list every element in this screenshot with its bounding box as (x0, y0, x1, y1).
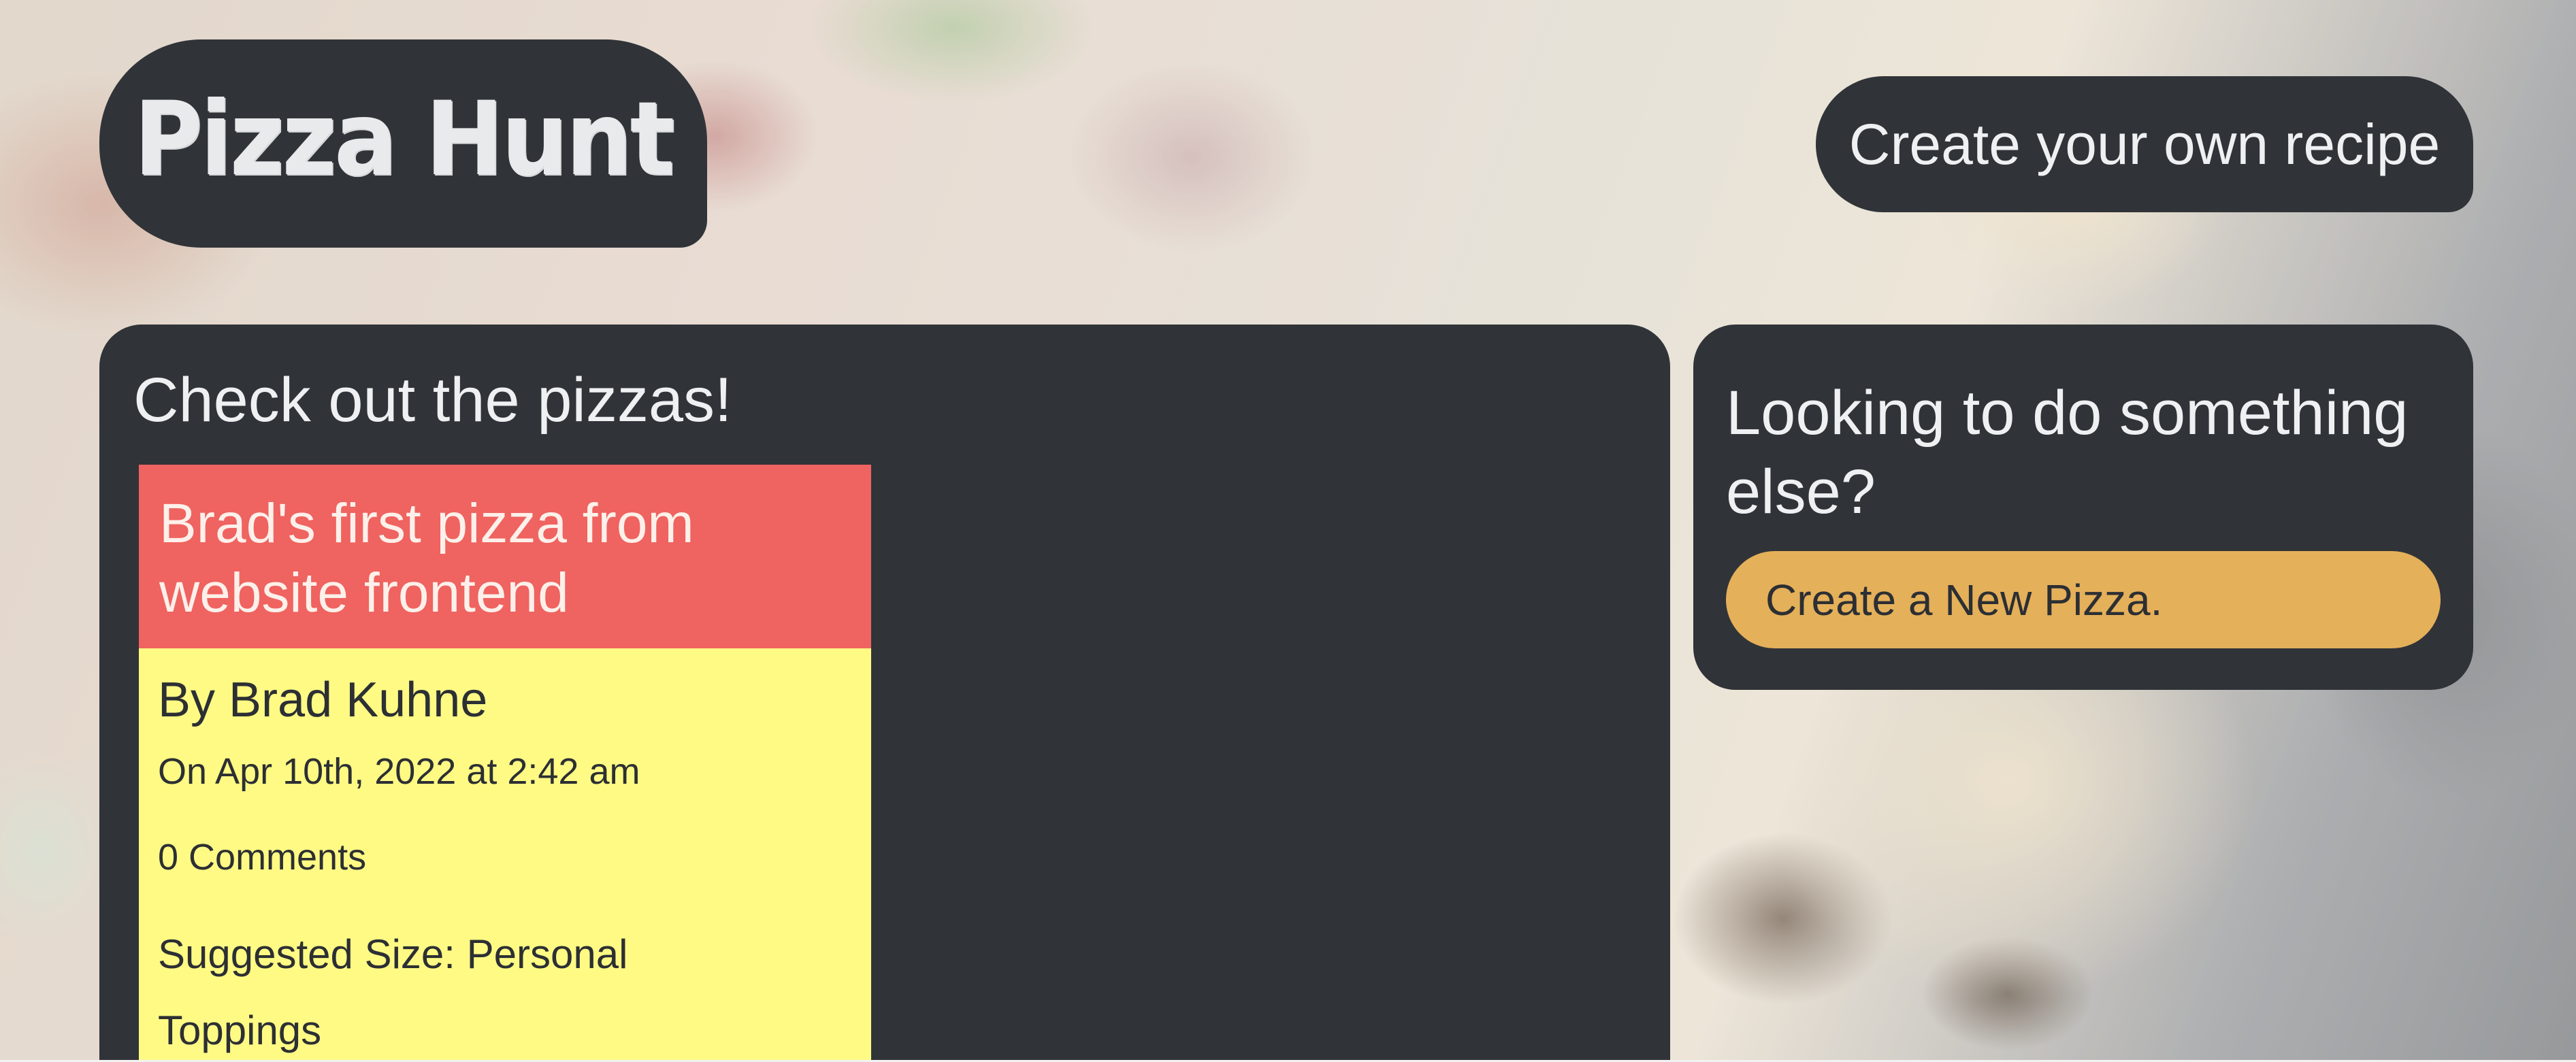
create-recipe-link[interactable]: Create your own recipe (1816, 76, 2473, 212)
pizza-suggested-size: Suggested Size: Personal (158, 931, 628, 977)
pizza-date: On Apr 10th, 2022 at 2:42 am (158, 751, 640, 792)
pizza-toppings-label: Toppings (158, 1008, 322, 1053)
actions-panel: Looking to do something else? Create a N… (1693, 325, 2473, 690)
logo-home-link[interactable]: Pizza Hunt (99, 39, 707, 248)
pizza-list-panel: Check out the pizzas! Brad's first pizza… (99, 325, 1670, 1060)
pizza-list-title: Check out the pizzas! (133, 365, 732, 435)
pizza-card-body: By Brad Kuhne On Apr 10th, 2022 at 2:42 … (139, 648, 871, 1051)
pizza-card-title-link[interactable]: Brad's first pizza from website frontend (139, 465, 871, 648)
create-new-pizza-button[interactable]: Create a New Pizza. (1726, 551, 2441, 648)
pizza-comment-count: 0 Comments (158, 837, 367, 878)
logo-text: Pizza Hunt (133, 80, 675, 199)
actions-title: Looking to do something else? (1726, 378, 2409, 527)
pizza-card: Brad's first pizza from website frontend… (139, 465, 871, 1060)
pizza-author: By Brad Kuhne (158, 673, 488, 727)
page: Pizza Hunt Create your own recipe Check … (0, 0, 2576, 1060)
